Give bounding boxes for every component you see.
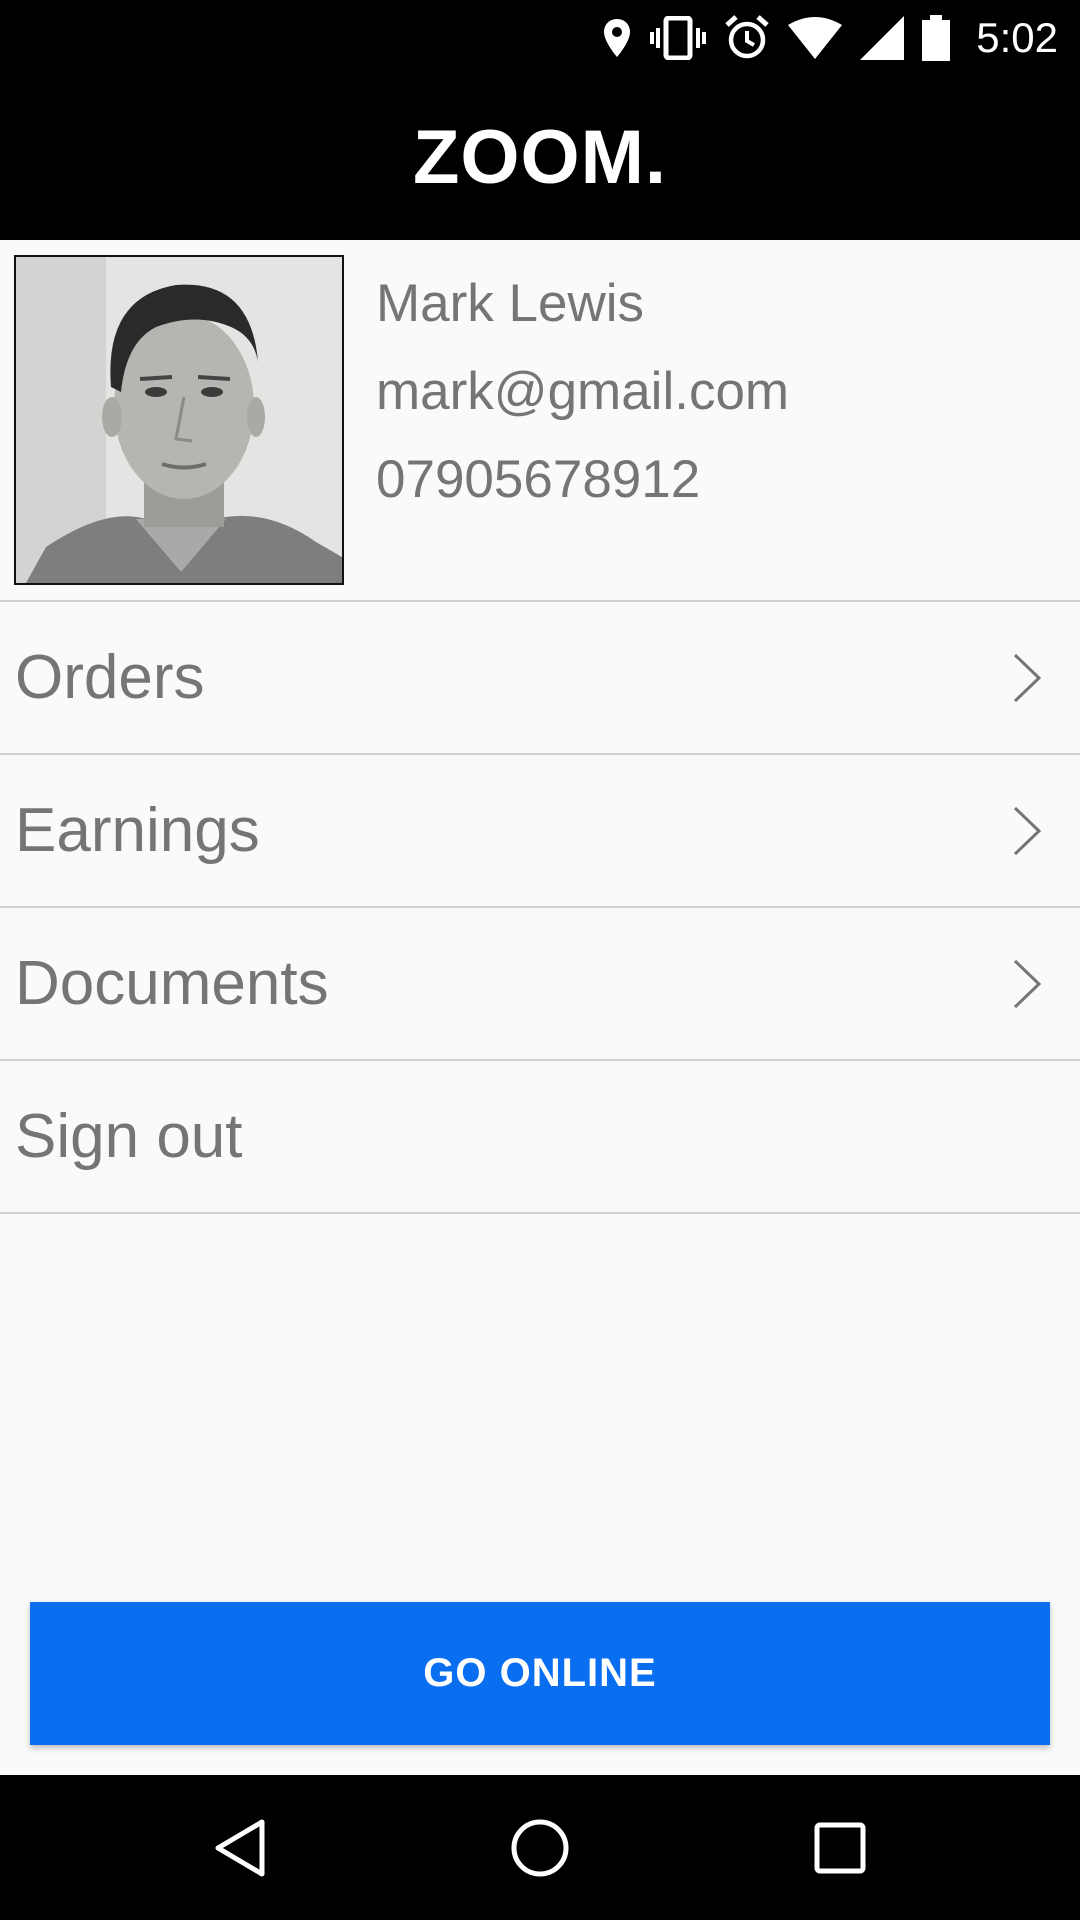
profile-info: Mark Lewis mark@gmail.com 07905678912 — [376, 260, 789, 524]
menu-item-earnings[interactable]: Earnings — [0, 755, 1080, 908]
menu-item-label: Orders — [15, 643, 205, 712]
menu-list: Orders Earnings Documents Sign out — [0, 602, 1080, 1214]
status-icons: 5:02 — [602, 0, 1058, 75]
profile-name: Mark Lewis — [376, 274, 645, 333]
alarm-icon — [724, 14, 770, 61]
chevron-right-icon — [1013, 959, 1042, 1009]
menu-item-sign-out[interactable]: Sign out — [0, 1061, 1080, 1214]
status-time: 5:02 — [976, 13, 1058, 61]
location-icon — [602, 17, 632, 59]
signal-icon — [860, 15, 905, 60]
avatar[interactable] — [14, 255, 344, 585]
status-bar: 5:02 — [0, 0, 1080, 75]
back-button[interactable] — [170, 1775, 310, 1920]
menu-item-label: Documents — [15, 949, 329, 1018]
wifi-icon — [788, 16, 843, 59]
chevron-right-icon — [1013, 806, 1042, 856]
system-nav-bar — [0, 1775, 1080, 1920]
go-online-button[interactable]: GO ONLINE — [30, 1602, 1050, 1745]
menu-item-label: Earnings — [15, 796, 260, 865]
menu-item-orders[interactable]: Orders — [0, 602, 1080, 755]
battery-icon — [922, 14, 951, 61]
app-bar: ZOOM. — [0, 75, 1080, 240]
menu-item-documents[interactable]: Documents — [0, 908, 1080, 1061]
profile-email: mark@gmail.com — [376, 362, 790, 421]
home-button[interactable] — [470, 1775, 610, 1920]
recents-button[interactable] — [770, 1775, 910, 1920]
avatar-photo — [16, 257, 342, 583]
profile-phone: 07905678912 — [376, 450, 701, 509]
vibrate-icon — [650, 15, 707, 60]
recents-icon — [814, 1822, 866, 1873]
profile-section: Mark Lewis mark@gmail.com 07905678912 — [0, 240, 1080, 602]
back-icon — [215, 1819, 265, 1876]
menu-item-label: Sign out — [15, 1102, 243, 1171]
app-title: ZOOM. — [412, 115, 668, 200]
home-icon — [511, 1819, 569, 1876]
chevron-right-icon — [1013, 653, 1042, 703]
